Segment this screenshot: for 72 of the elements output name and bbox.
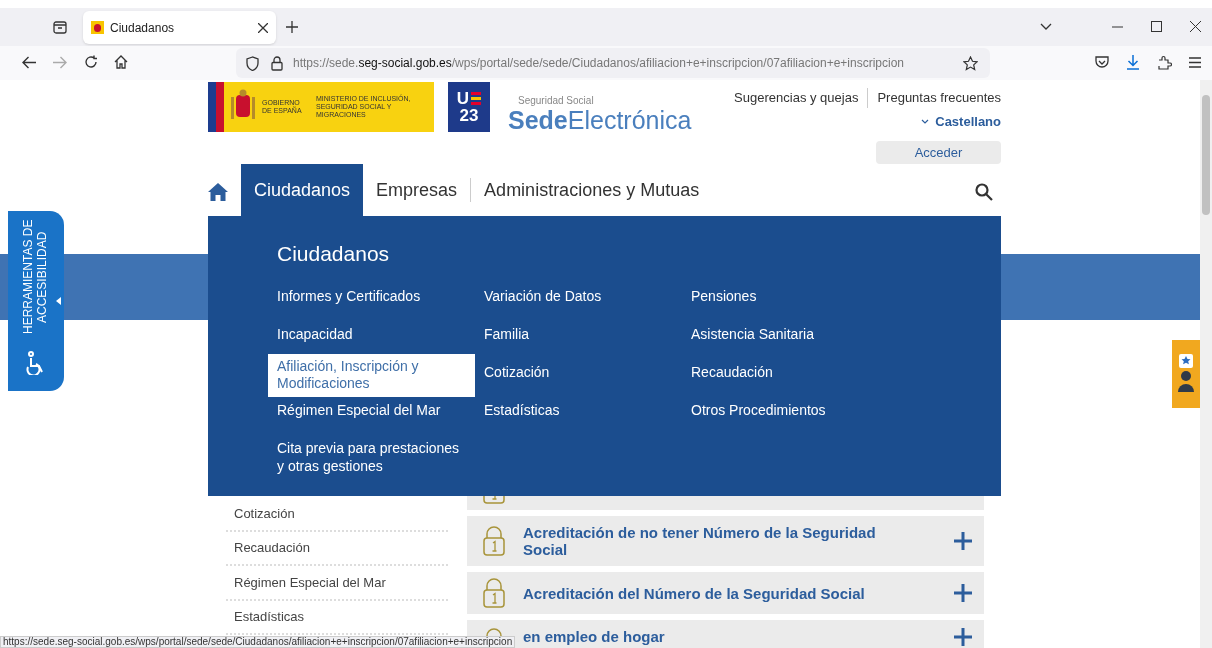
mega-menu-link[interactable]: Pensiones	[682, 286, 889, 305]
close-tab-icon[interactable]	[258, 22, 268, 33]
mega-menu-link[interactable]: Asistencia Sanitaria	[682, 324, 889, 343]
padlock-icon	[483, 578, 505, 608]
browser-tab[interactable]: Ciudadanos	[83, 11, 276, 44]
reload-icon[interactable]	[84, 55, 98, 69]
procedure-card[interactable]: Acreditación de no tener Número de la Seguridad Social	[467, 516, 984, 566]
home-icon[interactable]	[208, 183, 228, 201]
lock-icon[interactable]	[271, 55, 283, 71]
back-icon[interactable]	[22, 56, 36, 69]
mega-menu-link[interactable]: Cotización	[475, 362, 682, 381]
mega-menu-link[interactable]: Estadísticas	[475, 400, 682, 419]
triangle-left-icon	[56, 297, 61, 305]
mega-menu-link[interactable]: Familia	[475, 324, 682, 343]
header-link[interactable]: Preguntas frecuentes	[867, 88, 1001, 108]
mega-menu-link[interactable]: Incapacidad	[268, 324, 475, 343]
sidebar-link[interactable]: Recaudación	[234, 538, 310, 558]
wheelchair-icon	[26, 351, 46, 375]
stripes-icon	[471, 92, 482, 105]
chevron-down-icon	[921, 118, 930, 124]
person-star-icon	[1178, 354, 1194, 394]
home-icon[interactable]	[114, 55, 128, 69]
plus-icon[interactable]	[954, 532, 972, 550]
procedure-title: Acreditación del Número de la Seguridad Social	[523, 584, 866, 602]
header-link[interactable]: Sugerencias y quejas	[734, 88, 868, 108]
plus-icon[interactable]	[954, 584, 972, 602]
scrollbar[interactable]	[1200, 80, 1212, 648]
logo-subtitle: Seguridad Social	[518, 96, 595, 106]
chevron-down-icon[interactable]	[1040, 23, 1052, 31]
close-icon[interactable]	[1190, 21, 1201, 32]
menu-icon[interactable]	[1189, 57, 1201, 68]
procedure-title: Acreditación de no tener Número de la Seguridad Social	[523, 524, 877, 558]
mega-menu-link[interactable]: Afiliación, Inscripción y Modificaciones	[268, 354, 475, 397]
eu-badge-year: 23	[459, 107, 479, 124]
feedback-widget[interactable]	[1172, 340, 1200, 408]
download-icon[interactable]	[1126, 55, 1140, 70]
procedure-title: en empleo de hogar	[523, 628, 666, 645]
maximize-icon[interactable]	[1151, 21, 1162, 32]
mega-menu-link[interactable]: Informes y Certificados	[268, 286, 475, 305]
search-icon[interactable]	[975, 183, 993, 201]
sidebar-link[interactable]: Régimen Especial del Mar	[234, 572, 386, 592]
mega-menu-link[interactable]: Régimen Especial del Mar	[268, 400, 475, 419]
plus-icon[interactable]	[954, 628, 972, 646]
new-tab-icon[interactable]	[286, 21, 298, 33]
bookmark-star-icon[interactable]	[963, 55, 978, 71]
flag-stripe-drawing	[208, 82, 224, 132]
mega-menu-link[interactable]: Cita previa para prestaciones y otras gestiones	[268, 438, 475, 475]
site-logo[interactable]: SedeElectrónica	[508, 106, 692, 134]
padlock-icon	[483, 496, 505, 504]
accessibility-tab[interactable]: HERRAMIENTAS DE ACCESIBILIDAD	[8, 211, 64, 391]
accessibility-label: HERRAMIENTAS DE ACCESIBILIDAD	[21, 218, 50, 337]
language-selector[interactable]: Castellano	[935, 111, 1001, 131]
mega-menu-title: Ciudadanos	[277, 242, 391, 266]
address-bar[interactable]: https://sede.seg-social.gob.es/wps/portal/sede/sede/Ciudadanos/afiliacion+e+inscripcion/07afiliacion+e+inscripcion	[236, 48, 990, 78]
mega-menu-link[interactable]: Variación de Datos	[475, 286, 682, 305]
extensions-icon[interactable]	[1157, 55, 1172, 70]
status-url: https://sede.seg-social.gob.es/wps/portal/sede/sede/Ciudadanos/afiliacion+e+inscripcion/07afiliacion+e+inscripcion	[0, 636, 516, 648]
sidebar-link[interactable]: Cotización	[234, 503, 295, 523]
pocket-icon[interactable]	[1095, 56, 1109, 69]
login-button[interactable]: Acceder	[876, 141, 1001, 164]
nav-tab[interactable]: Empresas	[363, 164, 471, 216]
nav-tab[interactable]: Ciudadanos	[241, 164, 364, 216]
padlock-icon	[483, 526, 505, 556]
tab-list-icon[interactable]	[53, 20, 67, 34]
mega-menu-link[interactable]: Otros Procedimientos	[682, 400, 889, 419]
procedure-card[interactable]: Acreditación del Número de la Seguridad Social	[467, 572, 984, 614]
sidebar-link[interactable]: Estadísticas	[234, 607, 305, 627]
flag-icon	[91, 21, 104, 34]
nav-tab[interactable]: Administraciones y Mutuas	[471, 176, 713, 204]
shield-icon[interactable]	[246, 55, 259, 71]
mega-menu-link[interactable]: Recaudación	[682, 362, 889, 381]
eu-badge-letter: U	[456, 90, 470, 107]
